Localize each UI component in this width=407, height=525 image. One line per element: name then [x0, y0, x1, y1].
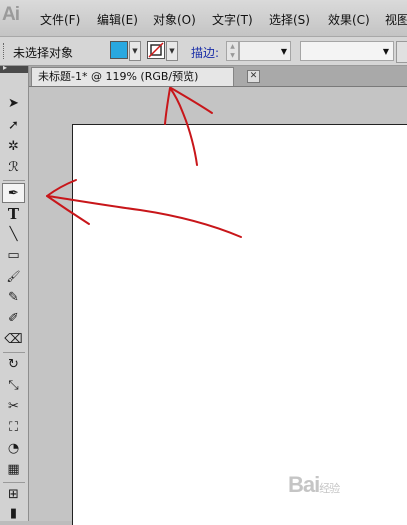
- menu-bar: Ai 文件(F) 编辑(E) 对象(O) 文字(T) 选择(S) 效果(C) 视…: [0, 0, 407, 36]
- selection-tool-icon[interactable]: ➤: [2, 94, 25, 114]
- fill-color-swatch[interactable]: [110, 41, 128, 59]
- canvas-workspace[interactable]: [29, 87, 407, 525]
- mesh-tool-icon[interactable]: ⊞: [2, 485, 25, 505]
- pencil-tool-icon[interactable]: ✎: [2, 288, 25, 308]
- artboard[interactable]: [72, 124, 407, 525]
- pen-tool-icon[interactable]: ✒: [2, 183, 25, 203]
- control-bar-grip[interactable]: [3, 43, 7, 59]
- magic-wand-tool-icon[interactable]: ✲: [2, 137, 25, 157]
- watermark-logo: Bai经验: [288, 472, 340, 498]
- tool-divider: [3, 352, 25, 353]
- menu-select[interactable]: 选择(S): [269, 11, 310, 28]
- stroke-color-swatch[interactable]: [147, 41, 165, 59]
- menu-view[interactable]: 视图: [385, 11, 407, 28]
- menu-effect[interactable]: 效果(C): [328, 11, 370, 28]
- eraser-tool-icon[interactable]: ⌫: [2, 330, 25, 350]
- gradient-tool-icon[interactable]: ▮: [2, 504, 25, 524]
- stroke-weight-spinner[interactable]: ▲ ▼: [226, 41, 239, 61]
- menu-file[interactable]: 文件(F): [40, 11, 80, 28]
- menu-object[interactable]: 对象(O): [153, 11, 196, 28]
- tools-panel-header[interactable]: ▸: [0, 63, 28, 73]
- free-transform-tool-icon[interactable]: ⛶: [2, 418, 25, 438]
- stroke-dropdown-arrow-icon[interactable]: ▼: [166, 41, 178, 61]
- type-tool-icon[interactable]: T: [2, 204, 25, 224]
- direct-selection-tool-icon[interactable]: ➚: [2, 116, 25, 136]
- stroke-weight-dropdown[interactable]: ▼: [239, 41, 291, 61]
- shape-builder-tool-icon[interactable]: ◔: [2, 439, 25, 459]
- document-tab-strip: 未标题-1* @ 119% (RGB/预览) ✕: [29, 66, 407, 87]
- paintbrush-tool-icon[interactable]: 🖌: [2, 267, 25, 287]
- control-bar-overflow-button[interactable]: [396, 41, 407, 63]
- scale-tool-icon[interactable]: ⤡: [2, 376, 25, 396]
- chevron-down-icon: ▼: [280, 47, 287, 56]
- width-tool-icon[interactable]: ✂: [2, 397, 25, 417]
- collapse-arrows-icon[interactable]: ▸: [3, 63, 7, 72]
- watermark-suffix: 经验: [319, 483, 340, 495]
- tool-divider: [3, 482, 25, 483]
- perspective-grid-tool-icon[interactable]: ▦: [2, 460, 25, 480]
- variable-width-profile-dropdown[interactable]: ▼: [300, 41, 394, 61]
- selection-status: 未选择对象: [13, 46, 74, 60]
- watermark-text: Bai: [288, 472, 320, 497]
- no-stroke-icon: [148, 42, 164, 58]
- blob-brush-tool-icon[interactable]: ✐: [2, 309, 25, 329]
- tools-panel: ▸ ➤ ➚ ✲ ℛ ✒ T ╲ ▭ 🖌 ✎ ✐ ⌫ ↻ ⤡ ✂ ⛶ ◔ ▦ ⊞ …: [0, 63, 29, 524]
- tool-divider: [3, 180, 25, 181]
- app-logo: Ai: [2, 4, 20, 25]
- menu-type[interactable]: 文字(T): [212, 11, 253, 28]
- close-tab-icon[interactable]: ✕: [247, 70, 260, 83]
- line-tool-icon[interactable]: ╲: [2, 225, 25, 245]
- lasso-tool-icon[interactable]: ℛ: [2, 158, 25, 178]
- rectangle-tool-icon[interactable]: ▭: [2, 246, 25, 266]
- rotate-tool-icon[interactable]: ↻: [2, 355, 25, 375]
- control-bar: 未选择对象 ▼ ▼ 描边: ▲ ▼ ▼ ▼: [0, 36, 407, 66]
- fill-dropdown-arrow-icon[interactable]: ▼: [129, 41, 141, 61]
- stroke-label[interactable]: 描边:: [191, 44, 219, 61]
- document-tab[interactable]: 未标题-1* @ 119% (RGB/预览): [31, 67, 234, 86]
- menu-edit[interactable]: 编辑(E): [97, 11, 138, 28]
- chevron-down-icon: ▼: [382, 47, 389, 56]
